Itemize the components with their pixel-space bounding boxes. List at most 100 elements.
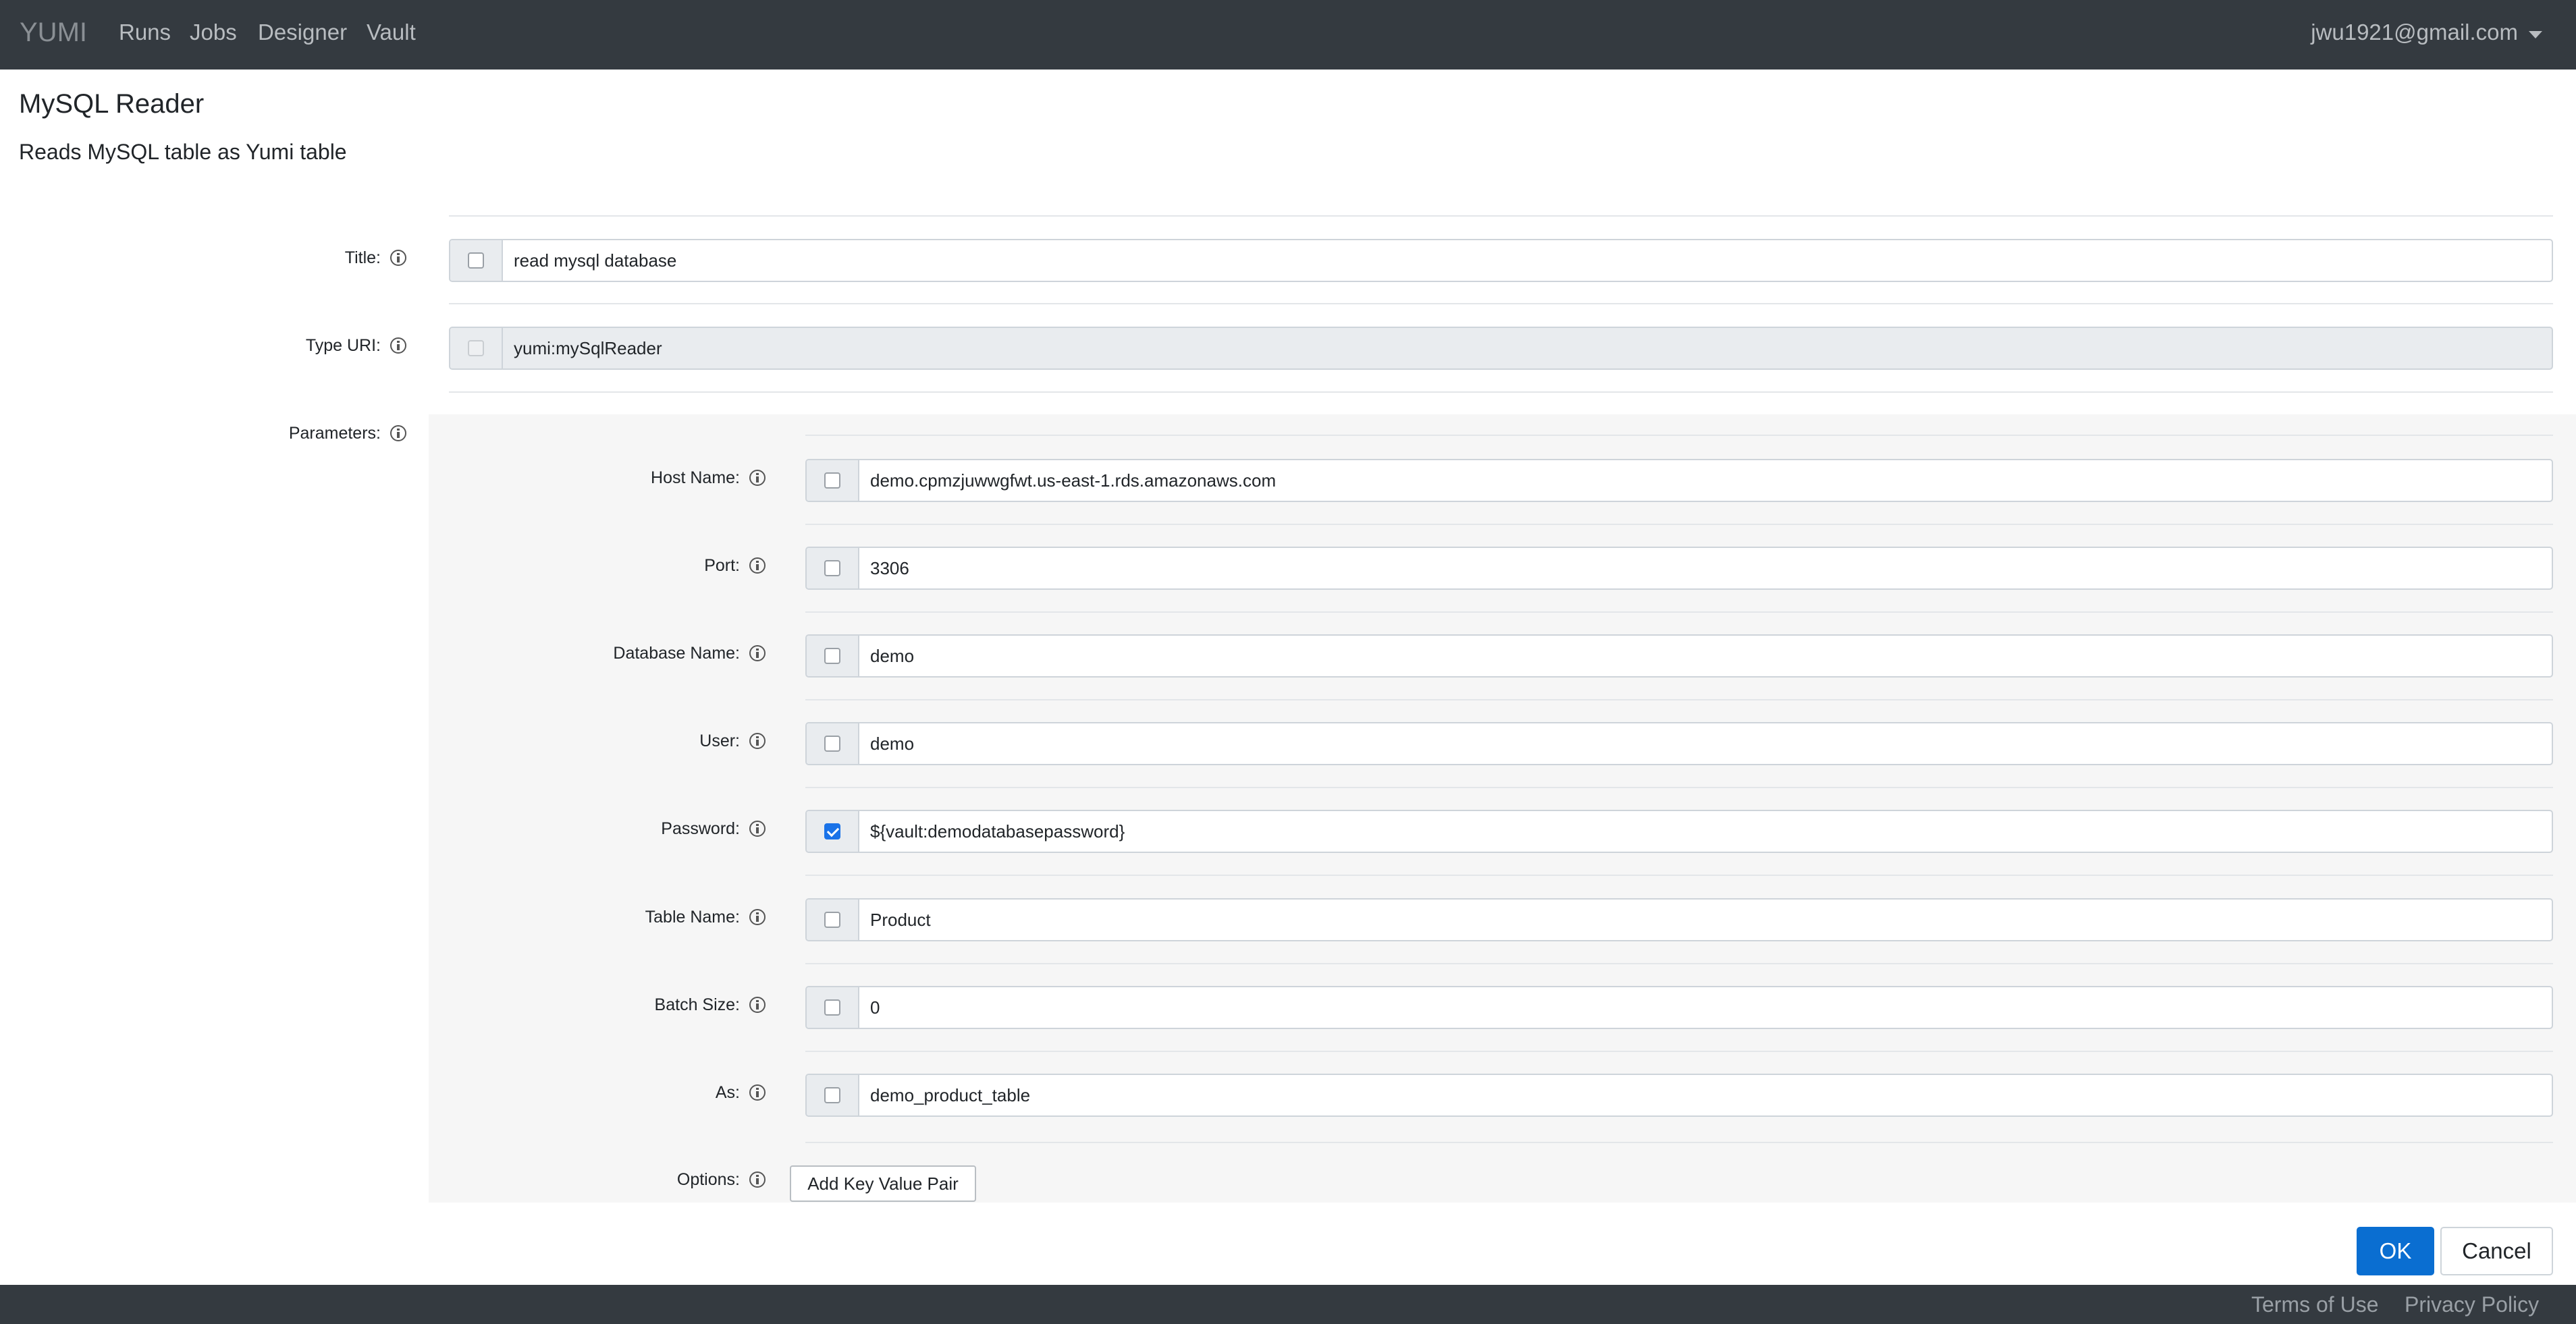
divider — [449, 303, 2553, 304]
title-checkbox-addon — [450, 240, 503, 281]
param-user-input[interactable]: demo — [859, 723, 914, 764]
type-uri-label: Type URI: — [305, 335, 381, 355]
param-batch-size-input[interactable]: 0 — [859, 987, 880, 1028]
divider — [805, 875, 2553, 876]
nav-link-jobs[interactable]: Jobs — [190, 20, 237, 45]
info-icon[interactable] — [749, 1171, 766, 1188]
info-icon[interactable] — [390, 425, 406, 441]
type-uri-checkbox — [468, 340, 484, 356]
param-table-name-field: Product — [805, 898, 2553, 941]
param-password-label: Password: — [661, 819, 740, 838]
title-field: read mysql database — [449, 239, 2553, 282]
divider — [805, 787, 2553, 788]
parameters-label: Parameters: — [288, 423, 381, 443]
param-as-checkbox[interactable] — [824, 1087, 840, 1103]
param-table-name-checkbox[interactable] — [824, 912, 840, 928]
page-subtitle: Reads MySQL table as Yumi table — [19, 140, 347, 164]
param-label-row: Batch Size: — [527, 991, 766, 1018]
param-port-input[interactable]: 3306 — [859, 548, 909, 588]
divider — [805, 1142, 2553, 1143]
param-label-row: Options: — [527, 1166, 766, 1193]
param-label-row: User: — [527, 727, 766, 754]
info-icon[interactable] — [749, 821, 766, 837]
user-menu[interactable]: jwu1921@gmail.com — [2311, 20, 2542, 45]
param-table-name-label: Table Name: — [645, 907, 740, 927]
info-icon[interactable] — [749, 557, 766, 574]
divider — [805, 524, 2553, 525]
checkbox-addon — [807, 811, 859, 852]
divider — [805, 611, 2553, 613]
checkbox-addon — [807, 987, 859, 1028]
divider — [805, 963, 2553, 964]
parameters-label-row: Parameters: — [203, 420, 406, 447]
param-user-field: demo — [805, 722, 2553, 765]
checkbox-addon — [807, 1075, 859, 1115]
param-as-input[interactable]: demo_product_table — [859, 1075, 1030, 1115]
divider — [805, 435, 2553, 436]
terms-of-use-link[interactable]: Terms of Use — [2251, 1292, 2378, 1317]
param-database-name-label: Database Name: — [613, 643, 740, 663]
param-batch-size-field: 0 — [805, 986, 2553, 1029]
param-label-row: Database Name: — [527, 640, 766, 667]
param-as-field: demo_product_table — [805, 1074, 2553, 1117]
param-password-checkbox[interactable] — [824, 823, 840, 839]
divider — [449, 215, 2553, 217]
param-batch-size-label: Batch Size: — [654, 995, 740, 1014]
param-port-label: Port: — [704, 555, 740, 575]
param-user-checkbox[interactable] — [824, 736, 840, 752]
param-label-row: Host Name: — [527, 464, 766, 491]
ok-button[interactable]: OK — [2357, 1227, 2434, 1275]
divider — [449, 391, 2553, 393]
checkbox-addon — [807, 900, 859, 940]
param-label-row: As: — [527, 1079, 766, 1106]
title-label-row: Title: — [203, 244, 406, 271]
checkbox-addon — [807, 460, 859, 501]
user-email: jwu1921@gmail.com — [2311, 20, 2518, 45]
param-host-name-checkbox[interactable] — [824, 472, 840, 489]
param-label-row: Password: — [527, 815, 766, 842]
info-icon[interactable] — [749, 470, 766, 486]
brand-logo[interactable]: YUMI — [20, 18, 87, 48]
privacy-policy-link[interactable]: Privacy Policy — [2405, 1292, 2539, 1317]
checkbox-addon — [807, 548, 859, 588]
param-table-name-input[interactable]: Product — [859, 900, 931, 940]
param-port-checkbox[interactable] — [824, 560, 840, 576]
param-batch-size-checkbox[interactable] — [824, 999, 840, 1016]
info-icon[interactable] — [390, 250, 406, 266]
info-icon[interactable] — [749, 733, 766, 749]
param-host-name-label: Host Name: — [651, 468, 740, 487]
add-key-value-pair-button[interactable]: Add Key Value Pair — [790, 1165, 976, 1202]
checkbox-addon — [807, 636, 859, 676]
nav-link-vault[interactable]: Vault — [367, 20, 416, 45]
type-uri-label-row: Type URI: — [203, 332, 406, 359]
title-input[interactable]: read mysql database — [503, 240, 676, 281]
options-label: Options: — [676, 1169, 740, 1189]
param-label-row: Port: — [527, 552, 766, 579]
param-user-label: User: — [699, 731, 740, 750]
divider — [805, 699, 2553, 700]
footer: Terms of Use Privacy Policy — [0, 1285, 2576, 1324]
param-password-input[interactable]: ${vault:demodatabasepassword} — [859, 811, 1125, 852]
param-host-name-input[interactable]: demo.cpmzjuwwgfwt.us-east-1.rds.amazonaw… — [859, 460, 1276, 501]
param-password-field: ${vault:demodatabasepassword} — [805, 810, 2553, 853]
info-icon[interactable] — [749, 645, 766, 661]
checkbox-addon — [807, 723, 859, 764]
type-uri-checkbox-addon — [450, 328, 503, 368]
type-uri-field: yumi:mySqlReader — [449, 327, 2553, 370]
param-database-name-input[interactable]: demo — [859, 636, 914, 676]
nav-link-designer[interactable]: Designer — [258, 20, 347, 45]
info-icon[interactable] — [390, 337, 406, 354]
info-icon[interactable] — [749, 909, 766, 925]
info-icon[interactable] — [749, 1084, 766, 1101]
title-checkbox[interactable] — [468, 252, 484, 269]
cancel-button[interactable]: Cancel — [2440, 1227, 2553, 1275]
top-navbar: YUMI Runs Jobs Designer Vault jwu1921@gm… — [0, 0, 2576, 70]
nav-link-runs[interactable]: Runs — [119, 20, 171, 45]
param-port-field: 3306 — [805, 547, 2553, 590]
info-icon[interactable] — [749, 997, 766, 1013]
param-database-name-field: demo — [805, 634, 2553, 678]
param-database-name-checkbox[interactable] — [824, 648, 840, 664]
param-host-name-field: demo.cpmzjuwwgfwt.us-east-1.rds.amazonaw… — [805, 459, 2553, 502]
page-title: MySQL Reader — [19, 89, 205, 119]
param-label-row: Table Name: — [527, 904, 766, 931]
